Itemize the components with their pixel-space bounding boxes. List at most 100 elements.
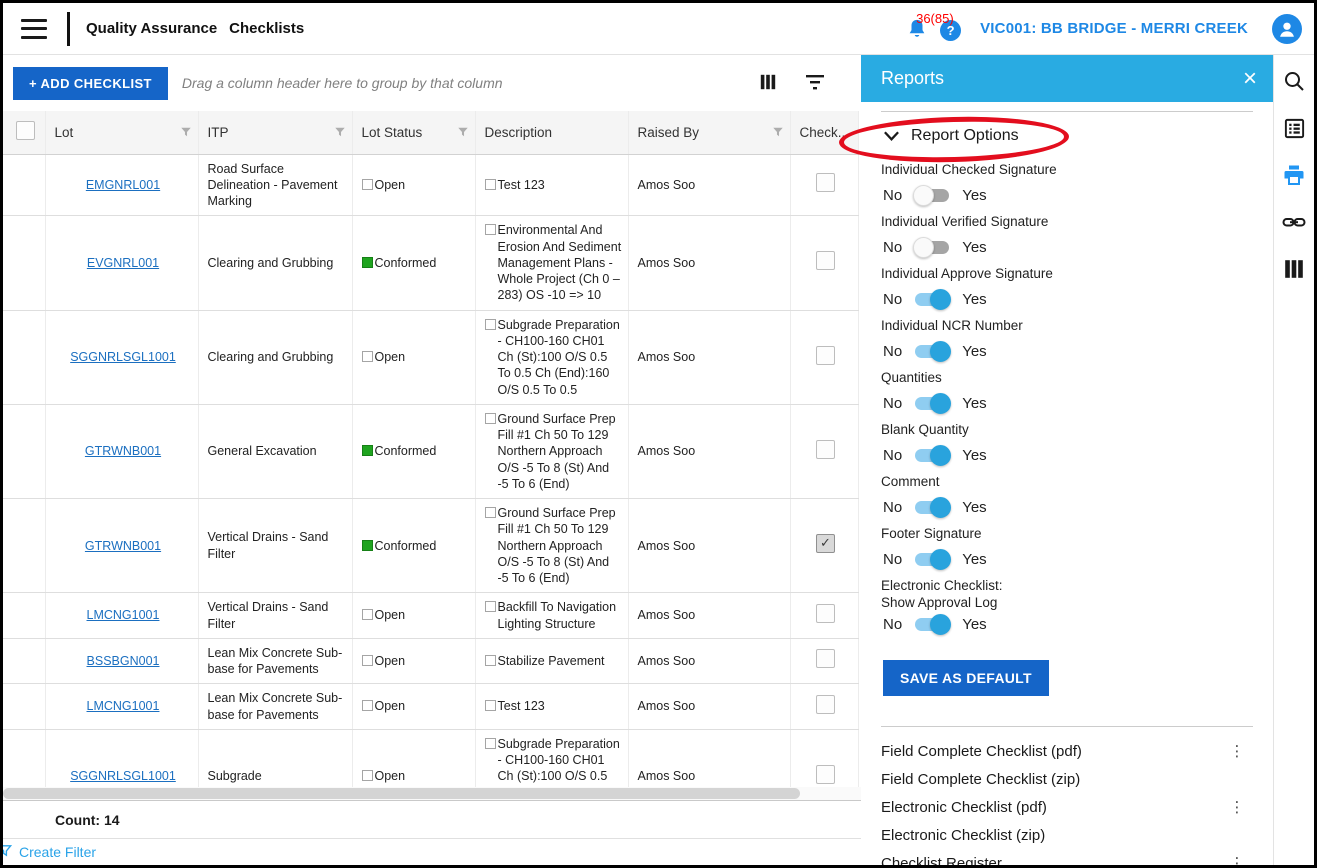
lot-status-cell: Open: [352, 154, 475, 216]
toggle-switch[interactable]: [915, 618, 949, 631]
raised-by-cell: Amos Soo: [628, 310, 790, 404]
grid-viewport: Lot ITP Lot Status Description Raised By…: [3, 111, 861, 787]
column-header-check[interactable]: Check...: [790, 111, 858, 154]
itp-cell: Vertical Drains - Sand Filter: [198, 499, 352, 593]
columns-icon[interactable]: [1282, 257, 1306, 281]
lot-link[interactable]: SGGNRLSGL1001: [70, 350, 176, 364]
status-square-icon: [362, 445, 373, 456]
topbar: Quality Assurance Checklists 36(85) ? VI…: [3, 3, 1314, 55]
lot-link[interactable]: GTRWNB001: [85, 444, 161, 458]
checked-checkbox[interactable]: [816, 765, 835, 784]
lot-status-cell: Open: [352, 729, 475, 787]
raised-by-cell: Amos Soo: [628, 729, 790, 787]
row-select-cell[interactable]: [3, 729, 45, 787]
filter-funnel-icon: [457, 126, 469, 138]
toggle-knob: [930, 289, 951, 310]
lot-link[interactable]: BSSBGN001: [87, 654, 160, 668]
toggle-no-label: No: [883, 291, 902, 308]
status-square-icon: [362, 540, 373, 551]
toggle-switch[interactable]: [915, 345, 949, 358]
kebab-menu-icon[interactable]: ⋮: [1227, 854, 1247, 865]
lot-link[interactable]: SGGNRLSGL1001: [70, 769, 176, 783]
toggle-switch[interactable]: [915, 501, 949, 514]
description-checkbox-icon: [485, 413, 496, 424]
table-row: BSSBGN001 Lean Mix Concrete Sub-base for…: [3, 638, 858, 684]
select-all-checkbox[interactable]: [16, 121, 35, 140]
column-chooser-icon[interactable]: [759, 73, 779, 93]
column-header-lot-status[interactable]: Lot Status: [352, 111, 475, 154]
header-row: Lot ITP Lot Status Description Raised By…: [3, 111, 858, 154]
print-icon[interactable]: [1282, 163, 1306, 187]
report-link[interactable]: Checklist Register: [881, 855, 1227, 866]
lot-link[interactable]: EVGNRL001: [87, 256, 159, 270]
project-title[interactable]: VIC001: BB BRIDGE - MERRI CREEK: [980, 20, 1248, 37]
row-select-cell[interactable]: [3, 404, 45, 498]
column-header-lot[interactable]: Lot: [45, 111, 198, 154]
report-link[interactable]: Electronic Checklist (zip): [881, 827, 1227, 844]
toggle-yes-label: Yes: [962, 291, 986, 308]
column-header-description[interactable]: Description: [475, 111, 628, 154]
table-row: GTRWNB001 General Excavation Conformed G…: [3, 404, 858, 498]
close-icon[interactable]: ×: [1243, 67, 1257, 91]
row-select-cell[interactable]: [3, 154, 45, 216]
description-cell: Test 123: [475, 684, 628, 730]
user-avatar-icon[interactable]: [1272, 14, 1302, 44]
lot-link[interactable]: LMCNG1001: [87, 608, 160, 622]
table-row: GTRWNB001 Vertical Drains - Sand Filter …: [3, 499, 858, 593]
filter-builder-icon[interactable]: [805, 73, 825, 93]
itp-cell: Lean Mix Concrete Sub-base for Pavements: [198, 638, 352, 684]
select-all-header[interactable]: [3, 111, 45, 154]
kebab-menu-icon[interactable]: ⋮: [1227, 798, 1247, 816]
report-option-label: Individual Approve Signature: [881, 261, 1255, 286]
lot-status-cell: Conformed: [352, 499, 475, 593]
report-link-row: Field Complete Checklist (pdf) ⋮: [881, 737, 1255, 765]
search-icon[interactable]: [1282, 69, 1306, 93]
toggle-switch[interactable]: [915, 241, 949, 254]
report-options-section-toggle[interactable]: Report Options: [883, 127, 1255, 145]
row-select-cell[interactable]: [3, 499, 45, 593]
report-link-row: Electronic Checklist (zip) ⋮: [881, 821, 1255, 849]
checked-checkbox[interactable]: [816, 695, 835, 714]
toggle-switch[interactable]: [915, 293, 949, 306]
lot-link[interactable]: GTRWNB001: [85, 539, 161, 553]
link-icon[interactable]: [1282, 210, 1306, 234]
add-checklist-button[interactable]: + ADD CHECKLIST: [13, 67, 168, 100]
kebab-menu-icon[interactable]: ⋮: [1227, 742, 1247, 760]
lot-status-cell: Open: [352, 684, 475, 730]
checked-checkbox[interactable]: [816, 440, 835, 459]
save-as-default-button[interactable]: SAVE AS DEFAULT: [883, 660, 1049, 696]
row-select-cell[interactable]: [3, 310, 45, 404]
row-select-cell[interactable]: [3, 593, 45, 639]
toggle-switch[interactable]: [915, 397, 949, 410]
create-filter-link[interactable]: Create Filter: [19, 844, 96, 860]
lot-link[interactable]: LMCNG1001: [87, 699, 160, 713]
report-link[interactable]: Electronic Checklist (pdf): [881, 799, 1227, 816]
register-icon[interactable]: [1282, 116, 1306, 140]
checked-checkbox[interactable]: [816, 346, 835, 365]
toggle-switch[interactable]: [915, 553, 949, 566]
toggle-switch[interactable]: [915, 449, 949, 462]
checked-checkbox[interactable]: [816, 649, 835, 668]
scrollbar-thumb[interactable]: [3, 788, 800, 799]
checked-checkbox[interactable]: [816, 534, 835, 553]
checked-checkbox[interactable]: [816, 251, 835, 270]
report-option-label: Blank Quantity: [881, 417, 1255, 442]
toggle-yes-label: Yes: [962, 343, 986, 360]
menu-icon[interactable]: [21, 19, 47, 39]
description-cell: Ground Surface Prep Fill #1 Ch 50 To 129…: [475, 404, 628, 498]
report-link[interactable]: Field Complete Checklist (zip): [881, 771, 1227, 788]
checked-checkbox[interactable]: [816, 173, 835, 192]
column-header-raised-by[interactable]: Raised By: [628, 111, 790, 154]
row-select-cell[interactable]: [3, 684, 45, 730]
lot-link[interactable]: EMGNRL001: [86, 178, 160, 192]
app-window: Quality Assurance Checklists 36(85) ? VI…: [0, 0, 1317, 868]
horizontal-scrollbar[interactable]: [3, 787, 861, 800]
checked-checkbox[interactable]: [816, 604, 835, 623]
app-section-title: Quality Assurance: [86, 20, 217, 37]
toggle-switch[interactable]: [915, 189, 949, 202]
report-link[interactable]: Field Complete Checklist (pdf): [881, 743, 1227, 760]
row-select-cell[interactable]: [3, 638, 45, 684]
row-select-cell[interactable]: [3, 216, 45, 310]
description-checkbox-icon: [485, 738, 496, 749]
column-header-itp[interactable]: ITP: [198, 111, 352, 154]
